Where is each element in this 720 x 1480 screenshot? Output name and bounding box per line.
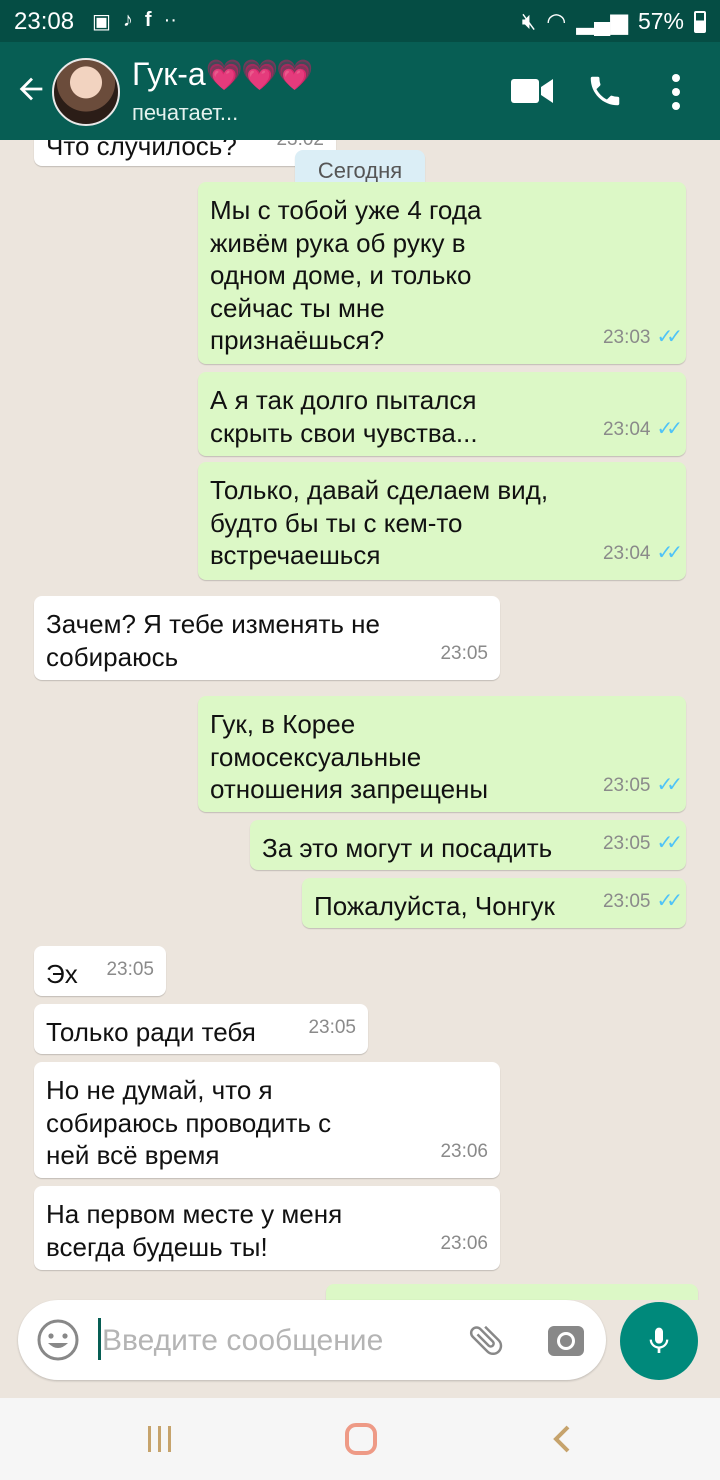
message-text: Зачем? Я тебе изменять не собираюсь [46, 609, 380, 672]
contact-name[interactable]: Гук-а💗💗💗 [132, 56, 314, 93]
contact-avatar[interactable] [52, 58, 120, 126]
message-bubble-incoming[interactable]: На первом месте у меня всегда будешь ты!… [34, 1186, 500, 1270]
message-text: Гук, в Корее гомосексуальные отношения з… [210, 709, 489, 804]
message-bubble-outgoing-partial[interactable] [326, 1284, 698, 1300]
message-text: Мы с тобой уже 4 года живём рука об руку… [210, 195, 482, 355]
signal-icon: ▂▄▆ [576, 8, 628, 34]
notification-icons: ▣ ♪ f ·· [92, 9, 177, 34]
attachment-icon[interactable] [466, 1320, 506, 1360]
message-text: Только ради тебя [46, 1017, 256, 1047]
message-time: 23:05 [602, 890, 651, 912]
status-time: 23:08 [14, 8, 75, 35]
chat-header: Гук-а💗💗💗 печатает... [0, 42, 720, 140]
message-bubble-outgoing[interactable]: Гук, в Корее гомосексуальные отношения з… [198, 696, 686, 812]
status-bar: 23:08 ▣ ♪ f ·· 🔇︎ ◠ ▂▄▆ 57% [0, 0, 720, 42]
message-composer [18, 1300, 606, 1380]
message-time: 23:04 [602, 542, 651, 564]
video-call-icon[interactable] [510, 76, 554, 106]
recent-apps-icon[interactable] [145, 1424, 175, 1454]
message-bubble-incoming[interactable]: Эх 23:05 [34, 946, 166, 996]
message-time: 23:04 [602, 418, 651, 440]
camera-icon[interactable] [546, 1320, 586, 1360]
message-bubble-outgoing[interactable]: Только, давай сделаем вид, будто бы ты с… [198, 462, 686, 580]
message-bubble-incoming[interactable]: Но не думай, что я собираюсь проводить с… [34, 1062, 500, 1178]
emoji-icon[interactable] [36, 1318, 80, 1362]
message-time: 23:05 [308, 1016, 356, 1038]
message-time: 23:05 [106, 958, 154, 980]
message-meta: 23:05 ✓✓ [602, 885, 683, 919]
battery-level: 57% [637, 8, 684, 34]
mute-icon: 🔇︎ [521, 8, 537, 34]
message-text: Но не думай, что я собираюсь проводить с… [46, 1075, 332, 1170]
typing-status: печатает... [132, 100, 239, 125]
message-text: Эх [46, 959, 78, 989]
heart-emojis: 💗💗💗 [205, 59, 314, 92]
more-options-icon[interactable] [666, 72, 686, 112]
home-icon[interactable] [344, 1422, 378, 1456]
message-meta: 23:05 ✓✓ [602, 827, 683, 861]
message-text: Что случилось? [46, 140, 237, 161]
message-list[interactable]: Что случилось? 23:02 Сегодня Мы с тобой … [0, 140, 720, 1300]
read-receipt-icon: ✓✓ [656, 417, 682, 440]
system-navigation-bar [0, 1398, 720, 1480]
voice-message-button[interactable] [620, 1302, 698, 1380]
read-receipt-icon: ✓✓ [656, 773, 682, 796]
message-meta: 23:03 ✓✓ [602, 321, 683, 355]
contact-name-text: Гук-а [132, 56, 206, 92]
voice-call-icon[interactable] [586, 72, 624, 110]
message-text: Пожалуйста, Чонгук [314, 891, 555, 921]
more-notifications-icon: ·· [163, 9, 177, 31]
message-time: 23:05 [440, 642, 488, 664]
message-time: 23:05 [602, 774, 651, 796]
message-bubble-incoming[interactable]: Только ради тебя 23:05 [34, 1004, 368, 1054]
message-text: На первом месте у меня всегда будешь ты! [46, 1199, 343, 1262]
message-bubble-incoming[interactable]: Что случилось? 23:02 [34, 140, 336, 166]
message-bubble-incoming[interactable]: Зачем? Я тебе изменять не собираюсь 23:0… [34, 596, 500, 680]
back-icon[interactable] [552, 1424, 572, 1454]
message-time: 23:05 [602, 832, 651, 854]
read-receipt-icon: ✓✓ [656, 889, 682, 912]
message-bubble-outgoing[interactable]: А я так долго пытался скрыть свои чувств… [198, 372, 686, 456]
facebook-notification-icon: f [144, 9, 152, 31]
message-text: За это могут и посадить [262, 833, 553, 863]
battery-icon [694, 10, 706, 33]
message-time: 23:06 [440, 1232, 488, 1254]
read-receipt-icon: ✓✓ [656, 325, 682, 348]
message-bubble-outgoing[interactable]: За это могут и посадить 23:05 ✓✓ [250, 820, 686, 870]
message-time: 23:03 [602, 326, 651, 348]
microphone-icon [649, 1327, 669, 1353]
back-arrow-icon[interactable] [14, 72, 48, 106]
message-meta: 23:05 ✓✓ [602, 769, 683, 803]
gallery-notification-icon: ▣ [92, 11, 111, 33]
message-bubble-outgoing[interactable]: Пожалуйста, Чонгук 23:05 ✓✓ [302, 878, 686, 928]
message-input[interactable] [100, 1320, 464, 1362]
tiktok-notification-icon: ♪ [122, 9, 133, 31]
message-time: 23:06 [440, 1140, 488, 1162]
message-bubble-outgoing[interactable]: Мы с тобой уже 4 года живём рука об руку… [198, 182, 686, 364]
read-receipt-icon: ✓✓ [656, 831, 682, 854]
message-meta: 23:04 ✓✓ [602, 537, 683, 571]
wifi-icon: ◠ [546, 8, 567, 34]
message-meta: 23:04 ✓✓ [602, 413, 683, 447]
read-receipt-icon: ✓✓ [656, 541, 682, 564]
message-text: А я так долго пытался скрыть свои чувств… [210, 385, 478, 448]
message-text: Только, давай сделаем вид, будто бы ты с… [210, 475, 549, 570]
